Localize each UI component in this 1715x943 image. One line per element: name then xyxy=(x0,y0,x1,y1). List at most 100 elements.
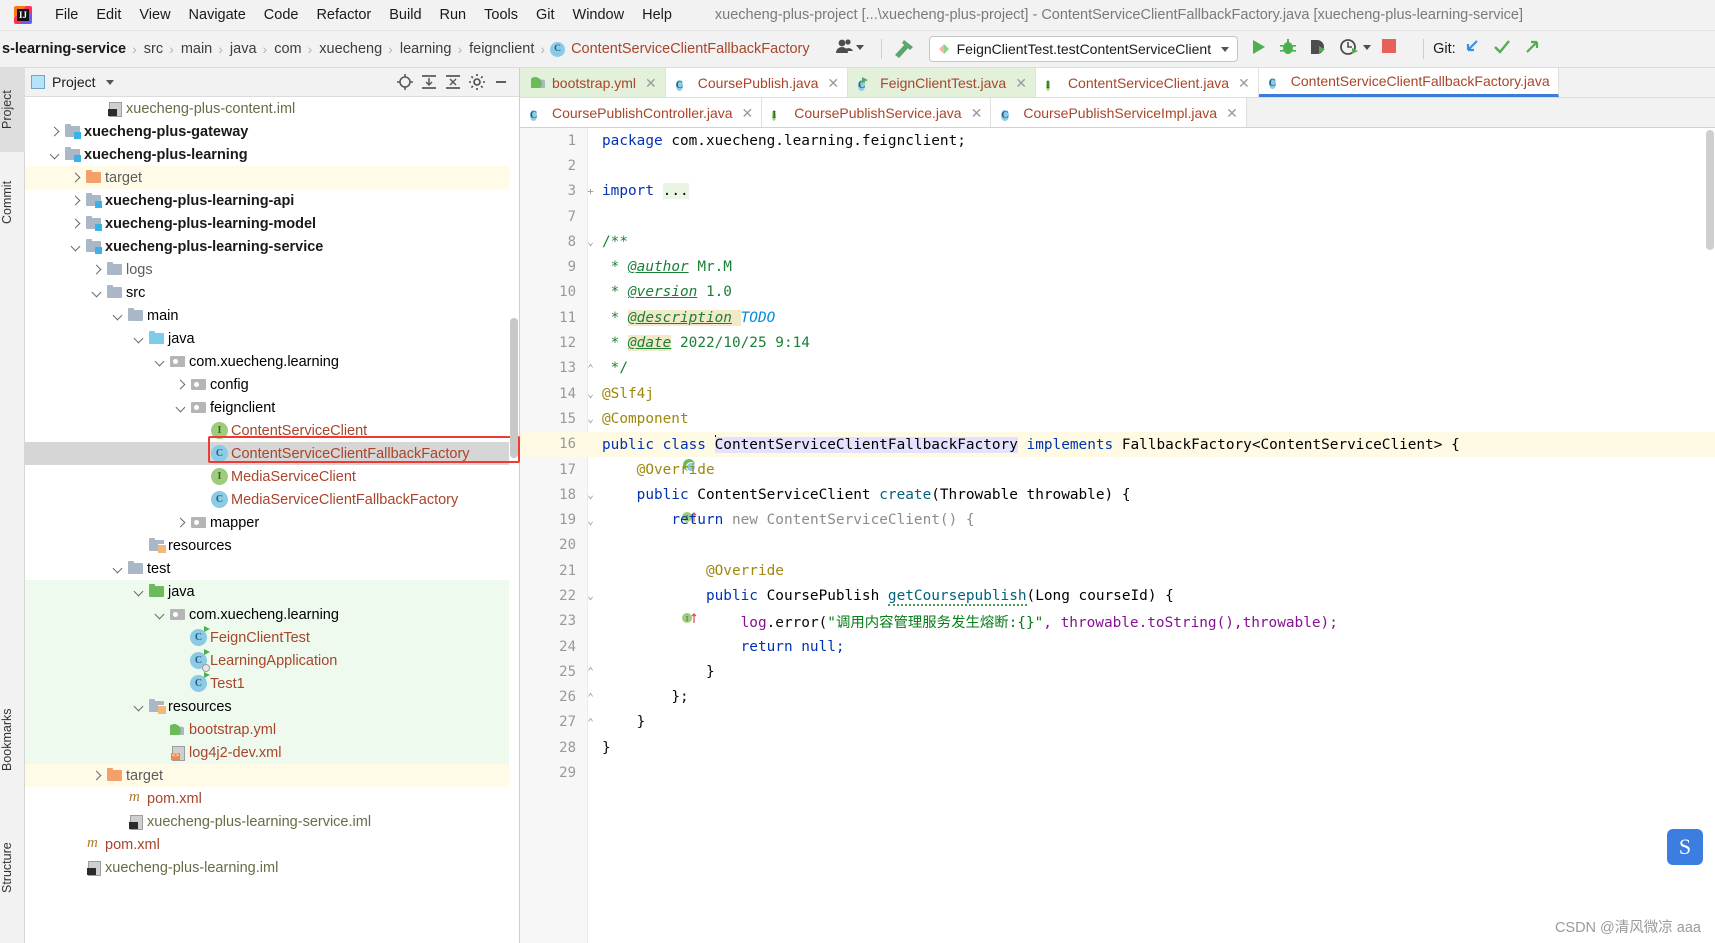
chevron-down-icon[interactable] xyxy=(113,565,121,573)
close-icon[interactable]: ✕ xyxy=(1226,106,1238,120)
run-with-coverage-icon[interactable] xyxy=(1308,37,1338,61)
tree-node-logs[interactable]: logs xyxy=(25,258,509,281)
project-tree[interactable]: xuecheng-plus-content.iml xuecheng-plus-g… xyxy=(25,97,509,943)
code-content[interactable]: 1 package com.xuecheng.learning.feigncli… xyxy=(520,128,1715,943)
fold-marker[interactable]: ⌄ xyxy=(584,235,597,248)
menu-build[interactable]: Build xyxy=(380,5,430,25)
close-icon[interactable]: ✕ xyxy=(1238,76,1250,90)
tree-node-xuecheng-plus-learning-service-iml[interactable]: xuecheng-plus-learning-service.iml xyxy=(25,810,509,833)
tree-node-com-xuecheng-learning[interactable]: com.xuecheng.learning xyxy=(25,603,509,626)
locate-icon[interactable] xyxy=(393,71,417,93)
tree-node-pom-xml[interactable]: pom.xml xyxy=(25,833,509,856)
menu-help[interactable]: Help xyxy=(633,5,681,25)
editor-tab-coursepublishserviceimpl-java[interactable]: C CoursePublishServiceImpl.java ✕ xyxy=(991,98,1247,127)
close-icon[interactable]: ✕ xyxy=(971,106,983,120)
debug-icon[interactable] xyxy=(1278,37,1308,61)
tree-node-bootstrap-yml[interactable]: bootstrap.yml xyxy=(25,718,509,741)
spring-bean-gutter-icon[interactable] xyxy=(578,437,696,473)
breadcrumb-item-main[interactable]: main xyxy=(179,41,214,57)
fold-marker[interactable]: ⌄ xyxy=(584,488,597,501)
menu-window[interactable]: Window xyxy=(564,5,634,25)
chevron-down-icon[interactable] xyxy=(155,611,163,619)
close-icon[interactable]: ✕ xyxy=(1015,76,1027,90)
tree-node-src[interactable]: src xyxy=(25,281,509,304)
git-commit-icon[interactable] xyxy=(1492,37,1522,61)
fold-marker[interactable]: ⌄ xyxy=(584,387,597,400)
fold-marker[interactable]: ⌃ xyxy=(584,665,597,678)
build-hammer-icon[interactable] xyxy=(891,37,925,61)
close-icon[interactable]: ✕ xyxy=(827,76,839,90)
run-configuration-selector[interactable]: FeignClientTest.testContentServiceClient xyxy=(928,36,1239,62)
menu-file[interactable]: File xyxy=(46,5,87,25)
editor-scrollbar[interactable] xyxy=(1706,130,1714,250)
menu-tools[interactable]: Tools xyxy=(475,5,527,25)
fold-marker[interactable]: ⌄ xyxy=(584,514,597,527)
editor-tab-coursepublishcontroller-java[interactable]: C CoursePublishController.java ✕ xyxy=(520,98,763,127)
git-push-icon[interactable] xyxy=(1522,37,1552,61)
tree-node-log4j2-dev-xml[interactable]: <> log4j2-dev.xml xyxy=(25,741,509,764)
chevron-right-icon[interactable] xyxy=(71,197,79,205)
sidebar-item-project[interactable]: Project xyxy=(0,68,25,152)
close-icon[interactable]: ✕ xyxy=(645,76,657,90)
sidebar-item-structure[interactable]: Structure xyxy=(0,820,25,916)
users-icon[interactable] xyxy=(834,37,872,61)
breadcrumb-item-module[interactable]: s-learning-service xyxy=(0,41,128,57)
menu-refactor[interactable]: Refactor xyxy=(307,5,380,25)
menu-run[interactable]: Run xyxy=(431,5,476,25)
gear-icon[interactable] xyxy=(465,71,489,93)
profile-icon[interactable] xyxy=(1338,37,1380,61)
hide-icon[interactable] xyxy=(489,71,513,93)
chevron-down-icon[interactable] xyxy=(134,703,142,711)
menu-navigate[interactable]: Navigate xyxy=(180,5,255,25)
tree-node-com-xuecheng-learning[interactable]: com.xuecheng.learning xyxy=(25,350,509,373)
tree-node-mediaserviceclientfallbackfactory[interactable]: C MediaServiceClientFallbackFactory xyxy=(25,488,509,511)
fold-marker[interactable]: ⌃ xyxy=(584,362,597,375)
tree-node-xuecheng-plus-learning-service[interactable]: xuecheng-plus-learning-service xyxy=(25,235,509,258)
fold-marker[interactable]: ⌃ xyxy=(584,716,597,729)
tree-node-test1[interactable]: C Test1 xyxy=(25,672,509,695)
breadcrumb-item-xuecheng[interactable]: xuecheng xyxy=(317,41,384,57)
code-editor[interactable]: 1 package com.xuecheng.learning.feigncli… xyxy=(520,128,1715,943)
fold-marker[interactable]: ⌄ xyxy=(584,412,597,425)
tree-node-resources[interactable]: resources xyxy=(25,534,509,557)
tree-node-resources[interactable]: resources xyxy=(25,695,509,718)
breadcrumb-item-com[interactable]: com xyxy=(272,41,303,57)
chevron-right-icon[interactable] xyxy=(176,519,184,527)
tree-node-mapper[interactable]: mapper xyxy=(25,511,509,534)
sidebar-item-commit[interactable]: Commit xyxy=(0,160,25,244)
tree-node-xuecheng-plus-learning-model[interactable]: xuecheng-plus-learning-model xyxy=(25,212,509,235)
tree-node-feignclient[interactable]: feignclient xyxy=(25,396,509,419)
chevron-down-icon[interactable] xyxy=(155,358,163,366)
tree-node-xuecheng-plus-gateway[interactable]: xuecheng-plus-gateway xyxy=(25,120,509,143)
tree-node-xuecheng-plus-learning[interactable]: xuecheng-plus-learning xyxy=(25,143,509,166)
tree-node-java[interactable]: java xyxy=(25,327,509,350)
tree-node-target[interactable]: target xyxy=(25,764,509,787)
chevron-down-icon[interactable] xyxy=(1221,46,1230,52)
chevron-right-icon[interactable] xyxy=(71,220,79,228)
tree-node-xuecheng-plus-content-iml[interactable]: xuecheng-plus-content.iml xyxy=(25,97,509,120)
sidebar-item-bookmarks[interactable]: Bookmarks xyxy=(0,688,25,792)
editor-tab-coursepublishservice-java[interactable]: I CoursePublishService.java ✕ xyxy=(762,98,992,127)
editor-tab-coursepublish-java[interactable]: C CoursePublish.java ✕ xyxy=(665,68,849,97)
tree-node-xuecheng-plus-learning-iml[interactable]: xuecheng-plus-learning.iml xyxy=(25,856,509,879)
tree-node-feignclienttest[interactable]: C FeignClientTest xyxy=(25,626,509,649)
tree-node-contentserviceclient[interactable]: I ContentServiceClient xyxy=(25,419,509,442)
tree-node-test[interactable]: test xyxy=(25,557,509,580)
chevron-right-icon[interactable] xyxy=(176,381,184,389)
editor-tab-contentserviceclientfallbackfactory-java[interactable]: C ContentServiceClientFallbackFactory.jav… xyxy=(1258,68,1559,97)
git-update-icon[interactable] xyxy=(1462,37,1492,61)
chevron-right-icon[interactable] xyxy=(50,128,58,136)
chevron-down-icon[interactable] xyxy=(113,312,121,320)
expand-all-icon[interactable] xyxy=(417,71,441,93)
menu-view[interactable]: View xyxy=(130,5,179,25)
menu-git[interactable]: Git xyxy=(527,5,564,25)
menu-code[interactable]: Code xyxy=(255,5,308,25)
menu-edit[interactable]: Edit xyxy=(87,5,130,25)
collapse-all-icon[interactable] xyxy=(441,71,465,93)
tree-node-learningapplication[interactable]: C LearningApplication xyxy=(25,649,509,672)
chevron-down-icon[interactable] xyxy=(50,151,58,159)
tree-node-mediaserviceclient[interactable]: I MediaServiceClient xyxy=(25,465,509,488)
breadcrumb-item-learning[interactable]: learning xyxy=(398,41,454,57)
code-token-folded-imports[interactable]: ... xyxy=(662,183,689,200)
chevron-down-icon[interactable] xyxy=(92,289,100,297)
